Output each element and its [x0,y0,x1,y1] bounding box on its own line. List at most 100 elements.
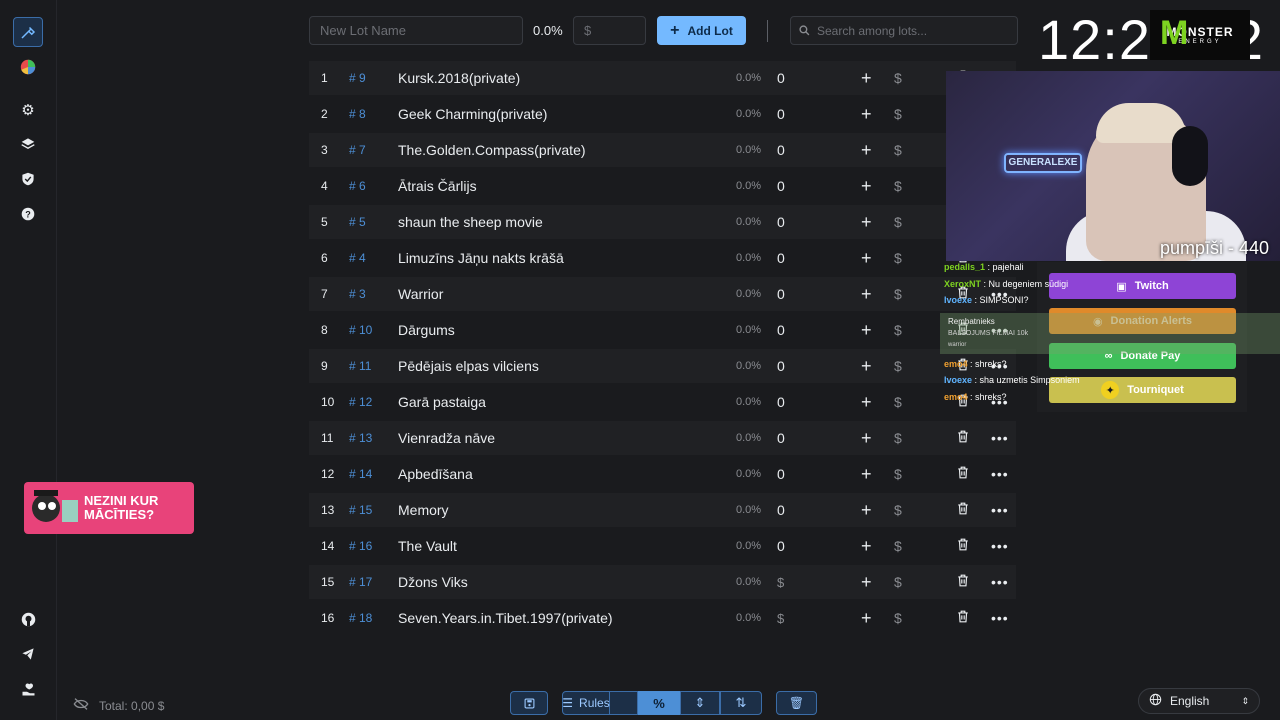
add-amount-icon[interactable]: + [861,284,872,305]
layers-icon[interactable] [13,129,43,159]
lot-name[interactable]: Ātrais Čārlijs [398,178,477,194]
lot-row[interactable]: 14 # 16 The Vault 0.0% 0 + $ ••• [309,529,1016,563]
dollar-icon[interactable]: $ [894,610,902,626]
rules-button[interactable]: ☰ Rules [562,691,610,715]
delete-icon[interactable] [957,430,969,446]
lot-row[interactable]: 15 # 17 Džons Viks 0.0% $ + $ ••• [309,565,1016,599]
lot-name[interactable]: The Vault [398,538,457,554]
pie-chart-icon[interactable] [13,52,43,82]
search-input[interactable]: Search among lots... [790,16,1018,45]
lot-row[interactable]: 6 # 4 Limuzīns Jāņu nakts krāšā 0.0% 0 +… [309,241,1016,275]
dollar-icon[interactable]: $ [894,502,902,518]
add-amount-icon[interactable]: + [861,392,872,413]
dollar-icon[interactable]: $ [894,178,902,194]
lot-row[interactable]: 7 # 3 Warrior 0.0% 0 + $ ••• [309,277,1016,311]
dollar-icon[interactable]: $ [894,70,902,86]
add-amount-icon[interactable]: + [861,500,872,521]
lot-id-link[interactable]: # 16 [349,539,372,553]
add-amount-icon[interactable]: + [861,356,872,377]
lot-name[interactable]: Memory [398,502,449,518]
lot-name[interactable]: The.Golden.Compass(private) [398,142,586,158]
lot-name-input[interactable]: New Lot Name [309,16,523,45]
lot-id-link[interactable]: # 4 [349,251,366,265]
delete-icon[interactable] [957,538,969,554]
lot-name[interactable]: Seven.Years.in.Tibet.1997(private) [398,610,613,626]
more-icon[interactable]: ••• [991,538,1009,554]
dollar-icon[interactable]: $ [894,538,902,554]
delete-icon[interactable] [957,502,969,518]
twitch-button[interactable]: ▣ Twitch [1049,273,1236,299]
lot-name[interactable]: shaun the sheep movie [398,214,543,230]
lot-row[interactable]: 13 # 15 Memory 0.0% 0 + $ ••• [309,493,1016,527]
add-amount-icon[interactable]: + [861,104,872,125]
hammer-icon[interactable] [13,17,43,47]
lot-id-link[interactable]: # 3 [349,287,366,301]
dollar-icon[interactable]: $ [894,322,902,338]
percent-toggle[interactable]: % [638,691,680,715]
eye-off-icon[interactable] [73,697,89,714]
lot-row[interactable]: 5 # 5 shaun the sheep movie 0.0% 0 + $ •… [309,205,1016,239]
dollar-icon[interactable]: $ [894,394,902,410]
lot-name[interactable]: Apbedīšana [398,466,473,482]
lot-row[interactable]: 16 # 18 Seven.Years.in.Tibet.1997(privat… [309,601,1016,635]
lot-id-link[interactable]: # 18 [349,611,372,625]
help-icon[interactable]: ? [13,199,43,229]
add-amount-icon[interactable]: + [861,68,872,89]
collapse-button[interactable]: ⇕ [680,691,720,715]
lot-id-link[interactable]: # 12 [349,395,372,409]
delete-icon[interactable] [957,610,969,626]
lot-id-link[interactable]: # 10 [349,323,372,337]
dollar-icon[interactable]: $ [894,358,902,374]
lot-name[interactable]: Garā pastaiga [398,394,486,410]
add-amount-icon[interactable]: + [861,572,872,593]
add-amount-icon[interactable]: + [861,428,872,449]
lot-name[interactable]: Kursk.2018(private) [398,70,520,86]
lot-row[interactable]: 1 # 9 Kursk.2018(private) 0.0% 0 + $ ••• [309,61,1016,95]
lot-row[interactable]: 4 # 6 Ātrais Čārlijs 0.0% 0 + $ ••• [309,169,1016,203]
lot-name[interactable]: Warrior [398,286,443,302]
delete-icon[interactable] [957,466,969,482]
sort-button[interactable]: ⇅ [720,691,762,715]
gear-icon[interactable]: ⚙ [13,95,43,125]
donate-icon[interactable] [13,674,43,704]
add-amount-icon[interactable]: + [861,212,872,233]
lot-name[interactable]: Džons Viks [398,574,468,590]
lot-name[interactable]: Limuzīns Jāņu nakts krāšā [398,250,564,266]
lot-id-link[interactable]: # 13 [349,431,372,445]
lot-id-link[interactable]: # 5 [349,215,366,229]
lot-row[interactable]: 8 # 10 Dārgums 0.0% 0 + $ ••• [309,313,1016,347]
clear-button[interactable]: 🗑 [776,691,817,715]
dollar-icon[interactable]: $ [894,430,902,446]
save-button[interactable] [510,691,548,715]
lot-name[interactable]: Geek Charming(private) [398,106,547,122]
delete-icon[interactable] [957,574,969,590]
dollar-icon[interactable]: $ [894,286,902,302]
add-amount-icon[interactable]: + [861,464,872,485]
add-amount-icon[interactable]: + [861,140,872,161]
lot-id-link[interactable]: # 7 [349,143,366,157]
add-amount-icon[interactable]: + [861,536,872,557]
lot-row[interactable]: 2 # 8 Geek Charming(private) 0.0% 0 + $ … [309,97,1016,131]
dollar-icon[interactable]: $ [894,214,902,230]
dollar-icon[interactable]: $ [894,106,902,122]
add-lot-button[interactable]: + Add Lot [657,16,746,45]
lot-id-link[interactable]: # 6 [349,179,366,193]
promo-banner[interactable]: NEZINI KUR MĀCĪTIES? [24,482,194,534]
telegram-icon[interactable] [13,639,43,669]
lot-name[interactable]: Vienradža nāve [398,430,495,446]
add-amount-icon[interactable]: + [861,320,872,341]
dollar-icon[interactable]: $ [894,250,902,266]
lot-id-link[interactable]: # 15 [349,503,372,517]
dollar-icon[interactable]: $ [894,142,902,158]
rules-spacer[interactable] [610,691,638,715]
dollar-icon[interactable]: $ [894,574,902,590]
lot-id-link[interactable]: # 8 [349,107,366,121]
language-select[interactable]: English ⇕ [1138,688,1260,714]
lot-id-link[interactable]: # 11 [349,359,371,373]
lot-row[interactable]: 3 # 7 The.Golden.Compass(private) 0.0% 0… [309,133,1016,167]
more-icon[interactable]: ••• [991,466,1009,482]
add-amount-icon[interactable]: + [861,176,872,197]
amount-input[interactable]: $ [573,16,646,45]
more-icon[interactable]: ••• [991,502,1009,518]
lot-id-link[interactable]: # 9 [349,71,366,85]
